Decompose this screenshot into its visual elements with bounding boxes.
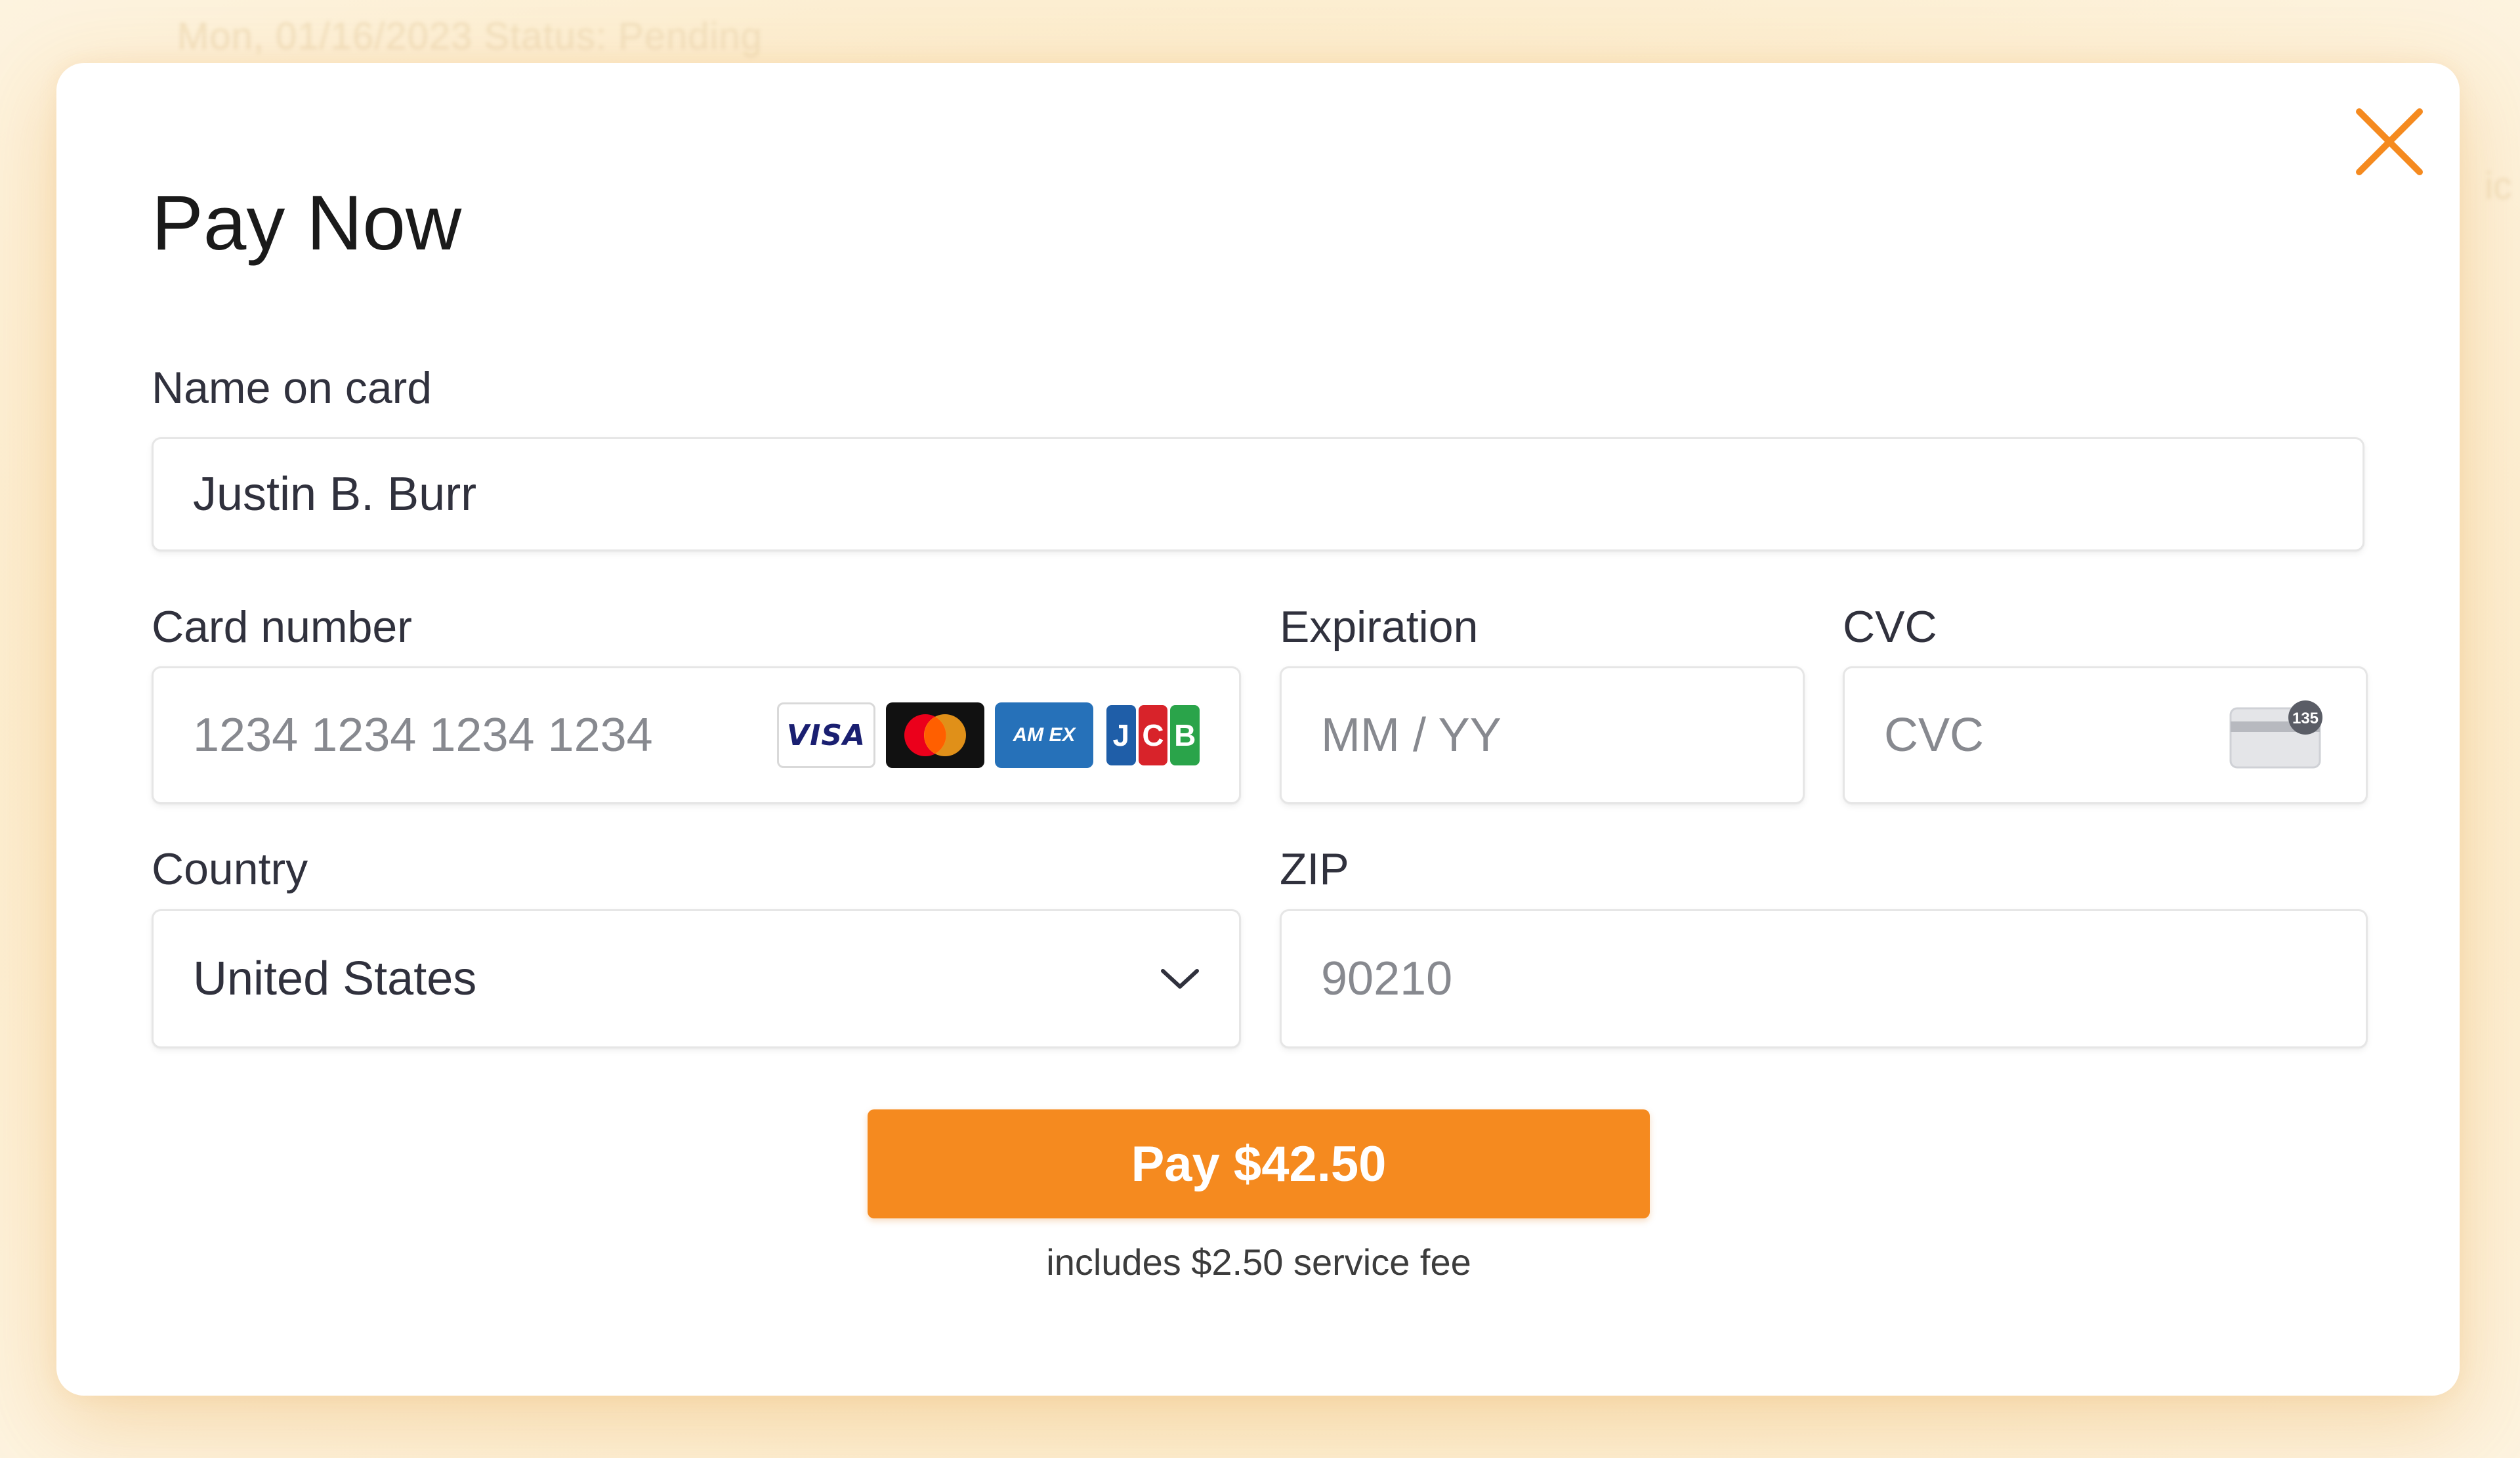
svg-text:135: 135: [2292, 710, 2319, 727]
visa-icon: VISA: [777, 702, 875, 768]
cvc-label: CVC: [1843, 602, 1937, 652]
zip-placeholder: 90210: [1321, 953, 1453, 1005]
expiration-input[interactable]: MM / YY: [1280, 666, 1805, 804]
card-brands: VISA AM EX J C B: [777, 702, 1202, 768]
cvc-input[interactable]: CVC 135: [1843, 666, 2368, 804]
zip-input[interactable]: 90210: [1280, 909, 2368, 1048]
background-text-right: ic: [2485, 165, 2512, 207]
cvc-card-icon: 135: [2229, 700, 2322, 769]
country-label: Country: [152, 844, 308, 894]
cvc-placeholder: CVC: [1884, 709, 1984, 761]
modal-title: Pay Now: [152, 180, 462, 267]
card-number-label: Card number: [152, 602, 412, 652]
background-text: Mon, 01/16/2023 Status: Pending: [177, 15, 763, 58]
close-icon[interactable]: [2353, 105, 2426, 179]
zip-label: ZIP: [1280, 844, 1349, 894]
jcb-icon: J C B: [1104, 702, 1202, 768]
mastercard-icon: [886, 702, 984, 768]
expiration-label: Expiration: [1280, 602, 1479, 652]
service-fee-note: includes $2.50 service fee: [1046, 1241, 1471, 1283]
card-number-placeholder: 1234 1234 1234 1234: [193, 709, 653, 761]
amex-icon: AM EX: [995, 702, 1093, 768]
expiration-placeholder: MM / YY: [1321, 709, 1502, 761]
name-value: Justin B. Burr: [193, 468, 477, 521]
chevron-down-icon: [1161, 969, 1199, 989]
card-number-input[interactable]: 1234 1234 1234 1234 VISA AM EX J C B: [152, 666, 1241, 804]
name-label: Name on card: [152, 363, 432, 413]
pay-button[interactable]: Pay $42.50: [868, 1109, 1650, 1218]
country-select[interactable]: United States: [152, 909, 1241, 1048]
name-on-card-input[interactable]: Justin B. Burr: [152, 437, 2364, 551]
country-value: United States: [193, 953, 477, 1005]
